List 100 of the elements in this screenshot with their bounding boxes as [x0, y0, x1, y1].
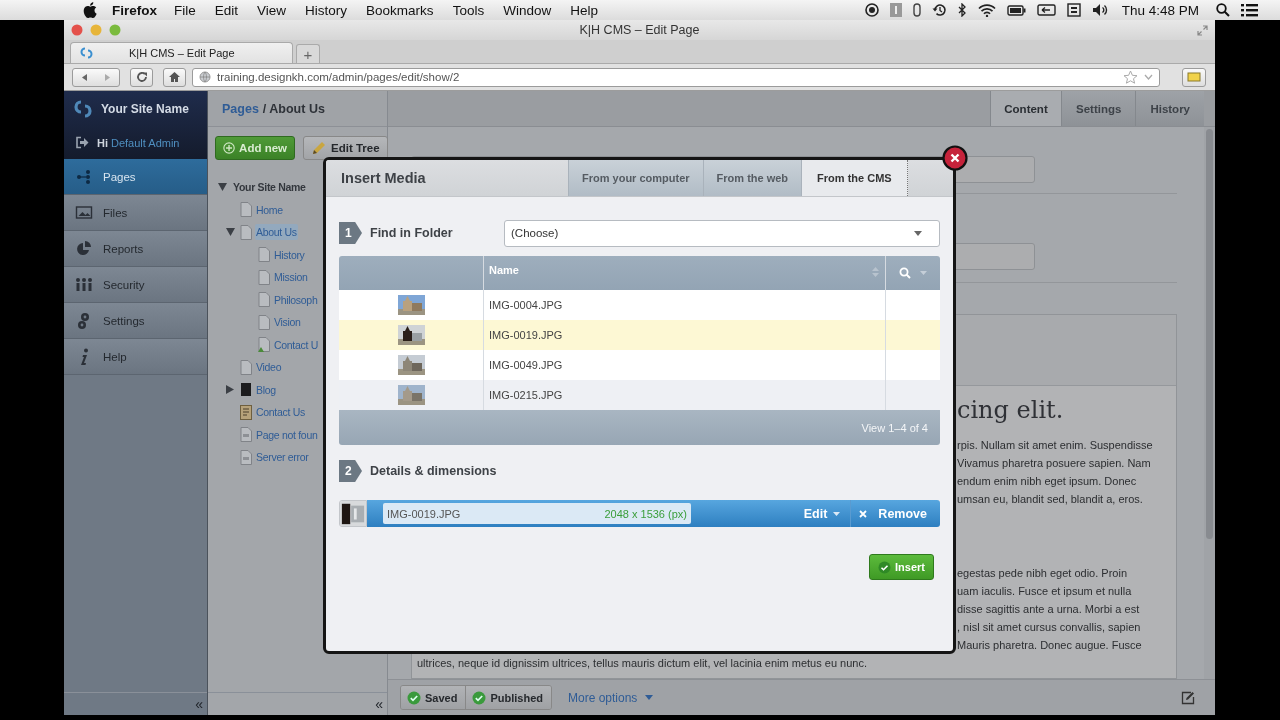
logout-icon[interactable]: [75, 136, 89, 149]
tree-item[interactable]: Vision: [273, 314, 302, 331]
apple-logo-icon[interactable]: [83, 2, 97, 18]
wifi-icon[interactable]: [977, 3, 996, 17]
home-button[interactable]: [163, 67, 186, 87]
tree-item[interactable]: About Us: [255, 224, 298, 241]
error-page-icon: [240, 427, 252, 443]
menu-item[interactable]: Bookmarks: [366, 2, 434, 18]
tab[interactable]: Settings: [1061, 91, 1136, 126]
collapse-button[interactable]: «: [195, 696, 203, 712]
collapsed-arrow-icon[interactable]: [226, 385, 234, 395]
file-row[interactable]: IMG-0004.JPG: [339, 290, 940, 320]
form-icon: [240, 404, 252, 420]
tree-item[interactable]: Page not foun: [255, 426, 319, 443]
new-tab-button[interactable]: +: [296, 44, 320, 63]
tree-item[interactable]: Philosoph: [273, 291, 319, 308]
display-icon[interactable]: [1036, 4, 1056, 16]
folder-dropdown[interactable]: (Choose): [504, 219, 940, 247]
user-link[interactable]: Default Admin: [111, 136, 180, 149]
addon-bar-button[interactable]: [1182, 67, 1206, 87]
collapse-button[interactable]: «: [375, 696, 383, 712]
battery-icon[interactable]: [1006, 4, 1026, 16]
menu-item[interactable]: Help: [570, 2, 598, 18]
menu-item[interactable]: View: [257, 2, 287, 18]
more-options-button[interactable]: More options: [568, 690, 654, 705]
tree-item[interactable]: History: [273, 246, 306, 263]
expanded-arrow-icon[interactable]: [226, 228, 235, 237]
app-menu[interactable]: Firefox: [112, 2, 157, 18]
tree-item[interactable]: Blog: [255, 381, 277, 398]
list-icon[interactable]: [1241, 3, 1258, 17]
file-name: IMG-0049.JPG: [489, 359, 563, 371]
fullscreen-icon[interactable]: [1197, 24, 1208, 36]
file-name: IMG-0215.JPG: [489, 389, 563, 401]
star-icon[interactable]: [1123, 70, 1138, 84]
browser-tab[interactable]: K|H CMS – Edit Page: [70, 42, 293, 63]
nav-item[interactable]: Help: [64, 339, 207, 375]
site-name[interactable]: Your Site Name: [101, 101, 189, 116]
file-info-field: IMG-0019.JPG 2048 x 1536 (px): [383, 503, 691, 524]
paragraph-text: Vivamus pharetra posuere sapien. Nam: [957, 456, 1152, 471]
address-bar[interactable]: training.designkh.com/admin/pages/edit/show/2: [192, 67, 1160, 87]
tab[interactable]: From your computer: [568, 160, 703, 196]
volume-icon[interactable]: [1091, 3, 1109, 17]
check-icon: [878, 560, 891, 574]
back-forward-button[interactable]: [72, 67, 120, 87]
tree-item[interactable]: Video: [255, 359, 283, 376]
nav-item[interactable]: Files: [64, 195, 207, 231]
plus-icon: [223, 141, 236, 155]
insert-button[interactable]: Insert: [869, 554, 934, 580]
menu-item[interactable]: Window: [503, 2, 552, 18]
search-icon[interactable]: [1216, 3, 1230, 17]
history-icon[interactable]: [931, 3, 947, 17]
sort-icon: [872, 266, 879, 278]
scrollbar[interactable]: [1204, 127, 1215, 679]
pager-text: View 1–4 of 4: [861, 421, 928, 434]
tab[interactable]: Content: [990, 91, 1061, 126]
image-icon: [75, 206, 93, 219]
menu-item[interactable]: Edit: [214, 2, 239, 18]
home-icon: [168, 71, 181, 83]
close-icon[interactable]: [942, 145, 968, 171]
paragraph-text: , nisl sit amet cursus convallis, sapien: [957, 620, 1142, 635]
tree-root[interactable]: Your Site Name: [232, 179, 307, 196]
remove-button[interactable]: Remove: [851, 500, 940, 527]
menu-item[interactable]: File: [174, 2, 196, 18]
nav-item[interactable]: Pages: [64, 159, 207, 195]
nav-item[interactable]: Settings: [64, 303, 207, 339]
status-button[interactable]: Saved: [401, 686, 467, 709]
paragraph-text: Mauris pharetra. Donec augue. Fusce: [957, 638, 1143, 653]
status-button[interactable]: Published: [466, 686, 551, 709]
tree-item[interactable]: Home: [255, 201, 284, 218]
clock[interactable]: Thu 4:48 PM: [1121, 2, 1199, 18]
menu-item[interactable]: History: [305, 2, 348, 18]
file-name: IMG-0019.JPG: [489, 329, 563, 341]
page-icon: [258, 269, 270, 285]
edit-tree-button[interactable]: Edit Tree: [303, 136, 388, 160]
bluetooth-icon[interactable]: [957, 3, 967, 17]
tree-item[interactable]: Contact Us: [255, 404, 306, 421]
edit-icon[interactable]: [1181, 690, 1195, 705]
menu-item[interactable]: Tools: [452, 2, 485, 18]
reload-button[interactable]: [130, 67, 153, 87]
edit-dropdown-button[interactable]: Edit: [793, 500, 852, 527]
window-controls-icon[interactable]: [71, 24, 121, 36]
check-icon: [472, 690, 487, 705]
page-icon: [240, 224, 252, 240]
tab[interactable]: History: [1135, 91, 1204, 126]
file-row[interactable]: IMG-0049.JPG: [339, 350, 940, 380]
tab[interactable]: From the web: [702, 160, 802, 196]
tree-item[interactable]: Mission: [273, 269, 309, 286]
tab[interactable]: From the CMS: [801, 160, 908, 196]
expanded-arrow-icon[interactable]: [218, 183, 227, 192]
breadcrumb-link[interactable]: Pages: [222, 101, 259, 116]
nav-item[interactable]: Security: [64, 267, 207, 303]
tree-item[interactable]: Server error: [255, 449, 310, 466]
tree-item[interactable]: Contact U: [273, 336, 319, 353]
add-new-button[interactable]: Add new: [215, 136, 295, 160]
step-number: 1: [339, 222, 362, 244]
step-number: 2: [339, 460, 362, 482]
capsule-icon[interactable]: [912, 3, 921, 17]
record-icon[interactable]: [864, 3, 879, 17]
nav-item[interactable]: Reports: [64, 231, 207, 267]
file-row[interactable]: IMG-0019.JPG: [339, 320, 940, 350]
